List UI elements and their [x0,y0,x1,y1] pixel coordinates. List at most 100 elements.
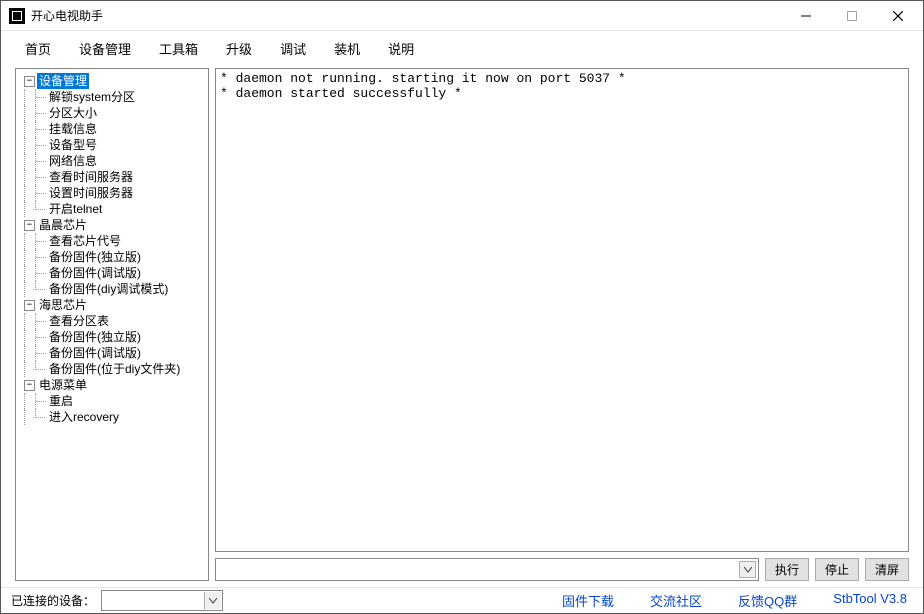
tree-line-icon [24,345,35,361]
tree-item-label[interactable]: 备份固件(diy调试模式) [47,281,170,297]
tree-children: 查看芯片代号备份固件(独立版)备份固件(调试版)备份固件(diy调试模式) [18,233,206,297]
tree-line-icon [24,361,35,377]
tree-elbow-icon [35,249,47,265]
tree-item[interactable]: 设置时间服务器 [18,185,206,201]
body: −设备管理解锁system分区分区大小挂载信息设备型号网络信息查看时间服务器设置… [1,68,923,587]
tree-item[interactable]: 备份固件(调试版) [18,345,206,361]
tree-children: 重启进入recovery [18,393,206,425]
tree-group-label[interactable]: 设备管理 [37,73,89,89]
tree-group-row[interactable]: −晶晨芯片 [18,217,206,233]
tree-item-label[interactable]: 进入recovery [47,409,121,425]
tree-elbow-icon [35,329,47,345]
device-select[interactable] [101,590,223,611]
tree-item-label[interactable]: 备份固件(调试版) [47,345,143,361]
tree-item-label[interactable]: 查看芯片代号 [47,233,123,249]
stop-button[interactable]: 停止 [815,558,859,581]
command-input[interactable] [215,558,759,581]
tree-line-icon [24,329,35,345]
command-row: 执行 停止 清屏 [215,558,909,581]
menu-debug[interactable]: 调试 [266,35,320,62]
tree-elbow-icon [35,185,47,201]
tree-item-label[interactable]: 网络信息 [47,153,99,169]
tree-item-label[interactable]: 分区大小 [47,105,99,121]
execute-button[interactable]: 执行 [765,558,809,581]
link-qq[interactable]: 反馈QQ群 [738,591,797,610]
link-firmware[interactable]: 固件下载 [562,591,614,610]
tree-item-label[interactable]: 备份固件(独立版) [47,249,143,265]
tree-item[interactable]: 开启telnet [18,201,206,217]
menu-help[interactable]: 说明 [374,35,428,62]
tree-item[interactable]: 网络信息 [18,153,206,169]
collapse-icon[interactable]: − [24,76,35,87]
tree-line-icon [24,105,35,121]
clear-button[interactable]: 清屏 [865,558,909,581]
tree-group: −设备管理解锁system分区分区大小挂载信息设备型号网络信息查看时间服务器设置… [18,73,206,217]
tree-group-label[interactable]: 晶晨芯片 [37,217,89,233]
statusbar: 已连接的设备： 固件下载 交流社区 反馈QQ群 StbTool V3.8 [1,587,923,613]
tree-item-label[interactable]: 查看分区表 [47,313,111,329]
tree-item[interactable]: 查看分区表 [18,313,206,329]
tree-item-label[interactable]: 解锁system分区 [47,89,137,105]
app-window: 开心电视助手 首页 设备管理 工具箱 升级 调试 装机 说明 −设备管理解锁sy… [0,0,924,614]
tree-item[interactable]: 分区大小 [18,105,206,121]
tree-elbow-icon [35,137,47,153]
tree-panel[interactable]: −设备管理解锁system分区分区大小挂载信息设备型号网络信息查看时间服务器设置… [15,68,209,581]
tree-item[interactable]: 查看时间服务器 [18,169,206,185]
tree-item[interactable]: 备份固件(位于diy文件夹) [18,361,206,377]
tree-item[interactable]: 备份固件(独立版) [18,249,206,265]
tree-elbow-icon [35,89,47,105]
tree-item[interactable]: 备份固件(diy调试模式) [18,281,206,297]
tree-item-label[interactable]: 重启 [47,393,75,409]
tree-elbow-icon [35,153,47,169]
tree-item-label[interactable]: 备份固件(调试版) [47,265,143,281]
minimize-button[interactable] [783,2,829,30]
collapse-icon[interactable]: − [24,380,35,391]
tree-item-label[interactable]: 开启telnet [47,201,104,217]
tree-item[interactable]: 备份固件(独立版) [18,329,206,345]
tree-item-label[interactable]: 备份固件(位于diy文件夹) [47,361,182,377]
link-community[interactable]: 交流社区 [650,591,702,610]
tree-elbow-icon [35,409,47,425]
tree-item-label[interactable]: 设置时间服务器 [47,185,135,201]
tree-line-icon [24,393,35,409]
tree-item-label[interactable]: 备份固件(独立版) [47,329,143,345]
tree-item-label[interactable]: 设备型号 [47,137,99,153]
tree-item-label[interactable]: 挂载信息 [47,121,99,137]
tree-line-icon [24,153,35,169]
tree-item[interactable]: 重启 [18,393,206,409]
tree-elbow-icon [35,281,47,297]
tree-item[interactable]: 解锁system分区 [18,89,206,105]
tree-elbow-icon [35,121,47,137]
tree-item[interactable]: 进入recovery [18,409,206,425]
tree-elbow-icon [35,265,47,281]
tree-item[interactable]: 设备型号 [18,137,206,153]
tree-group-row[interactable]: −电源菜单 [18,377,206,393]
tree-line-icon [24,121,35,137]
collapse-icon[interactable]: − [24,300,35,311]
menu-toolbox[interactable]: 工具箱 [145,35,212,62]
output-log[interactable]: * daemon not running. starting it now on… [215,68,909,552]
tree-elbow-icon [35,169,47,185]
tree-item[interactable]: 备份固件(调试版) [18,265,206,281]
status-links: 固件下载 交流社区 反馈QQ群 StbTool V3.8 [562,591,913,610]
tree-group-row[interactable]: −设备管理 [18,73,206,89]
tree-group-label[interactable]: 电源菜单 [37,377,89,393]
menubar: 首页 设备管理 工具箱 升级 调试 装机 说明 [1,31,923,68]
menu-install[interactable]: 装机 [320,35,374,62]
tree-item[interactable]: 挂载信息 [18,121,206,137]
tree-group-label[interactable]: 海思芯片 [37,297,89,313]
tree-item[interactable]: 查看芯片代号 [18,233,206,249]
collapse-icon[interactable]: − [24,220,35,231]
tree-line-icon [24,265,35,281]
tree-item-label[interactable]: 查看时间服务器 [47,169,135,185]
tree-group-row[interactable]: −海思芯片 [18,297,206,313]
close-button[interactable] [875,2,921,30]
menu-device[interactable]: 设备管理 [65,35,145,62]
chevron-down-icon[interactable] [204,592,221,609]
menu-upgrade[interactable]: 升级 [212,35,266,62]
tree-line-icon [24,169,35,185]
maximize-button[interactable] [829,2,875,30]
menu-home[interactable]: 首页 [11,35,65,62]
chevron-down-icon[interactable] [739,561,756,578]
app-icon [9,8,25,24]
